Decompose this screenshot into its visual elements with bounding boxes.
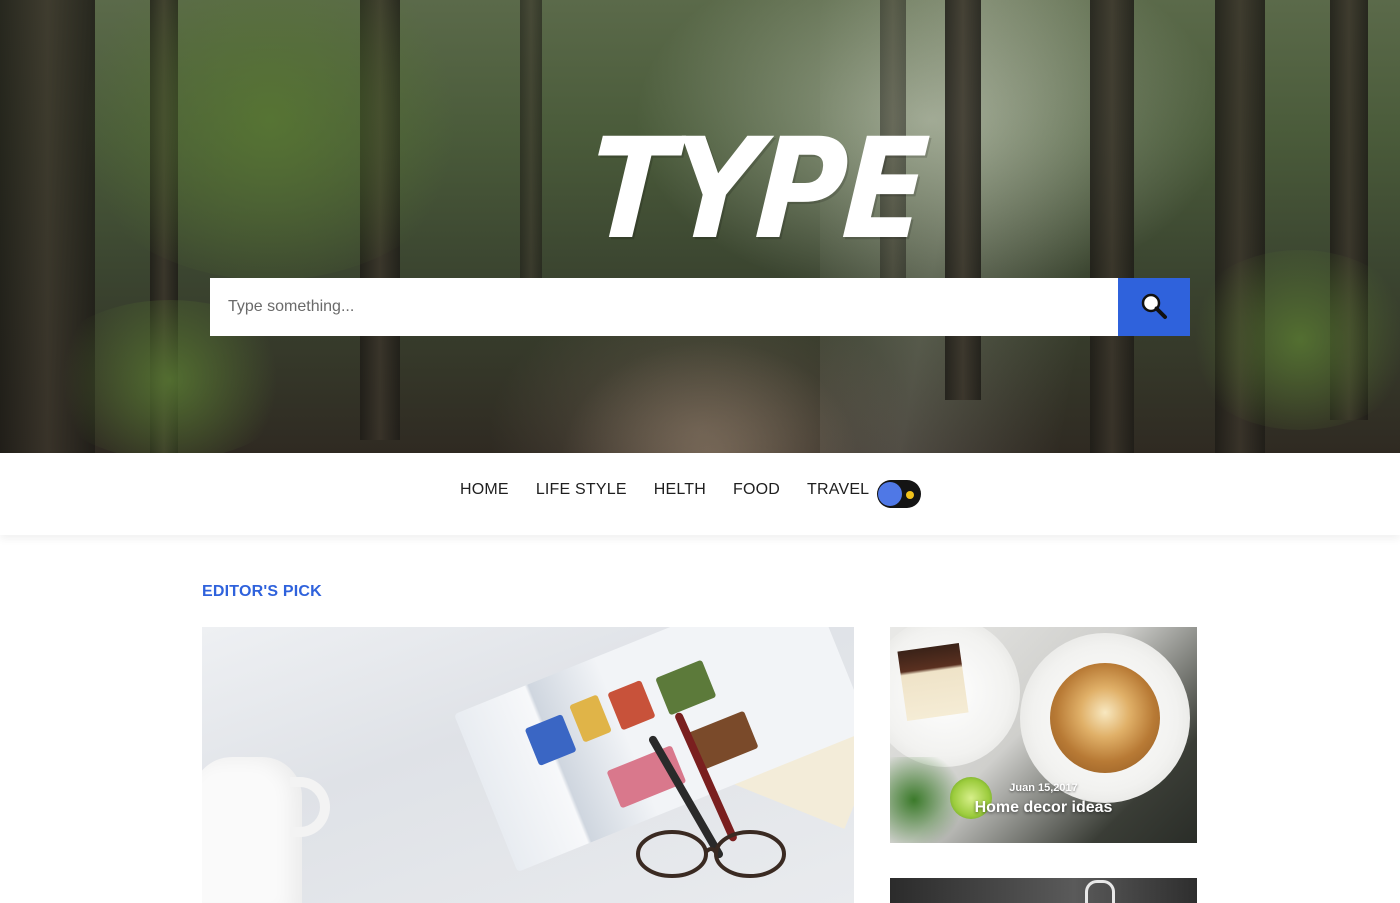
- magazine-swatch: [524, 713, 577, 767]
- nav-item-food[interactable]: FOOD: [733, 481, 780, 499]
- tree-trunk: [945, 0, 981, 400]
- cup-image: [202, 757, 302, 903]
- search-bar: [210, 278, 1190, 336]
- nav-links: HOME LIFE STYLE HELTH FOOD TRAVEL: [460, 481, 869, 499]
- post-title[interactable]: Home decor ideas: [890, 799, 1197, 817]
- search-button[interactable]: [1118, 278, 1190, 336]
- post-card[interactable]: Juan 15,2017 Home decor ideas: [890, 627, 1197, 843]
- coffee-image: [1050, 663, 1160, 773]
- forest-path: [560, 340, 860, 453]
- search-input[interactable]: [210, 278, 1118, 336]
- nav-item-home[interactable]: HOME: [460, 481, 509, 499]
- tree-trunk: [1090, 0, 1134, 453]
- sun-icon: [904, 488, 916, 500]
- main-nav: HOME LIFE STYLE HELTH FOOD TRAVEL: [0, 453, 1400, 535]
- site-logo[interactable]: TYPE: [584, 100, 929, 279]
- foliage: [60, 0, 480, 280]
- magazine-swatch: [607, 679, 656, 731]
- nav-item-helth[interactable]: HELTH: [654, 481, 706, 499]
- cup-handle: [290, 777, 330, 837]
- featured-post-image[interactable]: [202, 627, 854, 903]
- foliage: [1180, 250, 1400, 430]
- post-card[interactable]: [890, 878, 1197, 903]
- glasses-image: [632, 822, 792, 882]
- search-icon: [1139, 291, 1169, 324]
- theme-toggle[interactable]: [877, 480, 921, 508]
- cake-image: [897, 643, 969, 721]
- post-date: Juan 15,2017: [1009, 782, 1078, 794]
- magazine-swatch: [569, 694, 612, 743]
- magazine-swatch: [655, 659, 717, 716]
- post-image: [1085, 880, 1115, 903]
- editors-pick-heading: EDITOR'S PICK: [202, 583, 322, 600]
- nav-item-life-style[interactable]: LIFE STYLE: [536, 481, 627, 499]
- nav-item-travel[interactable]: TRAVEL: [807, 481, 869, 499]
- toggle-knob: [878, 482, 902, 506]
- hero-banner: TYPE: [0, 0, 1400, 453]
